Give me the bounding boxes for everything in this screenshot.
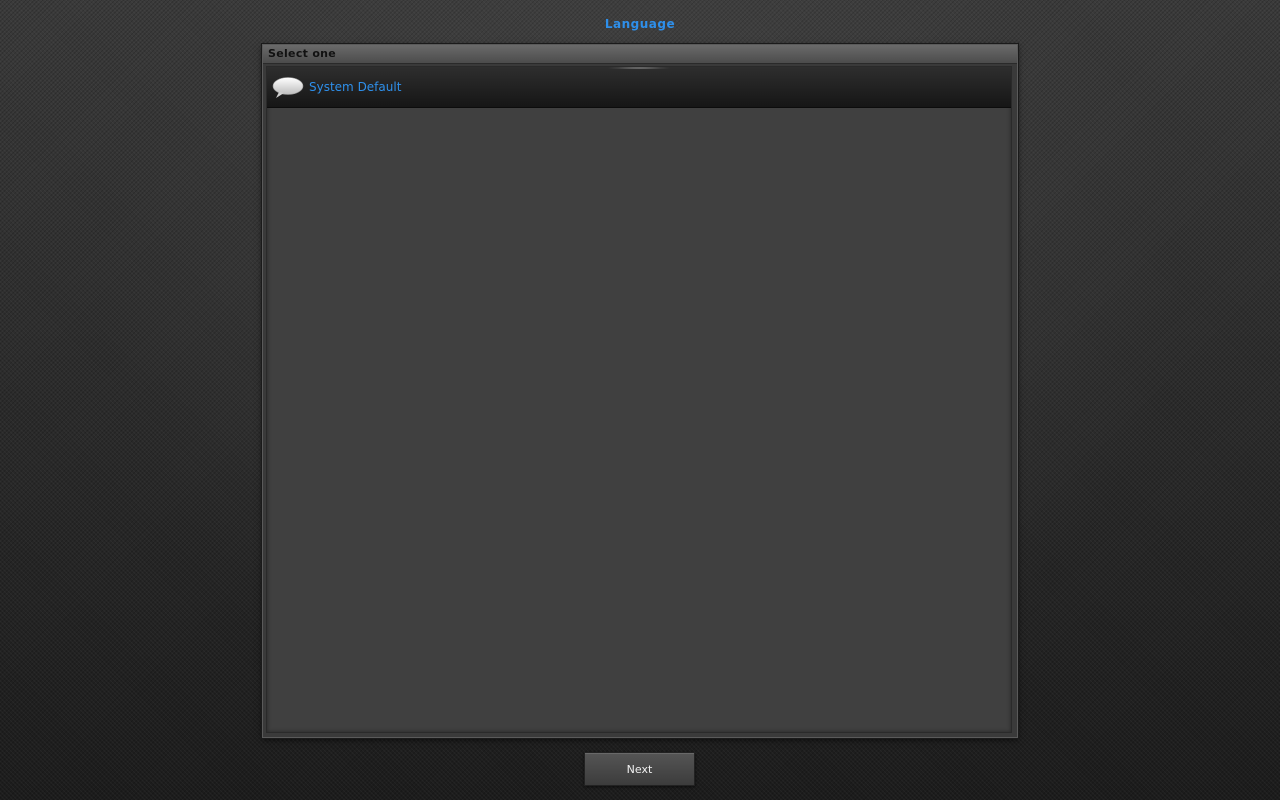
language-panel: Select one System Default (262, 44, 1018, 738)
selection-glow (607, 67, 671, 69)
page-title: Language (604, 17, 676, 31)
panel-header: Select one (263, 45, 1017, 64)
speech-bubble-icon (272, 77, 304, 98)
language-list[interactable]: System Default (266, 66, 1012, 733)
list-item-label: System Default (309, 80, 402, 94)
panel-header-label: Select one (268, 47, 337, 60)
next-button[interactable]: Next (584, 752, 695, 786)
list-item-system-default[interactable]: System Default (267, 67, 1011, 108)
